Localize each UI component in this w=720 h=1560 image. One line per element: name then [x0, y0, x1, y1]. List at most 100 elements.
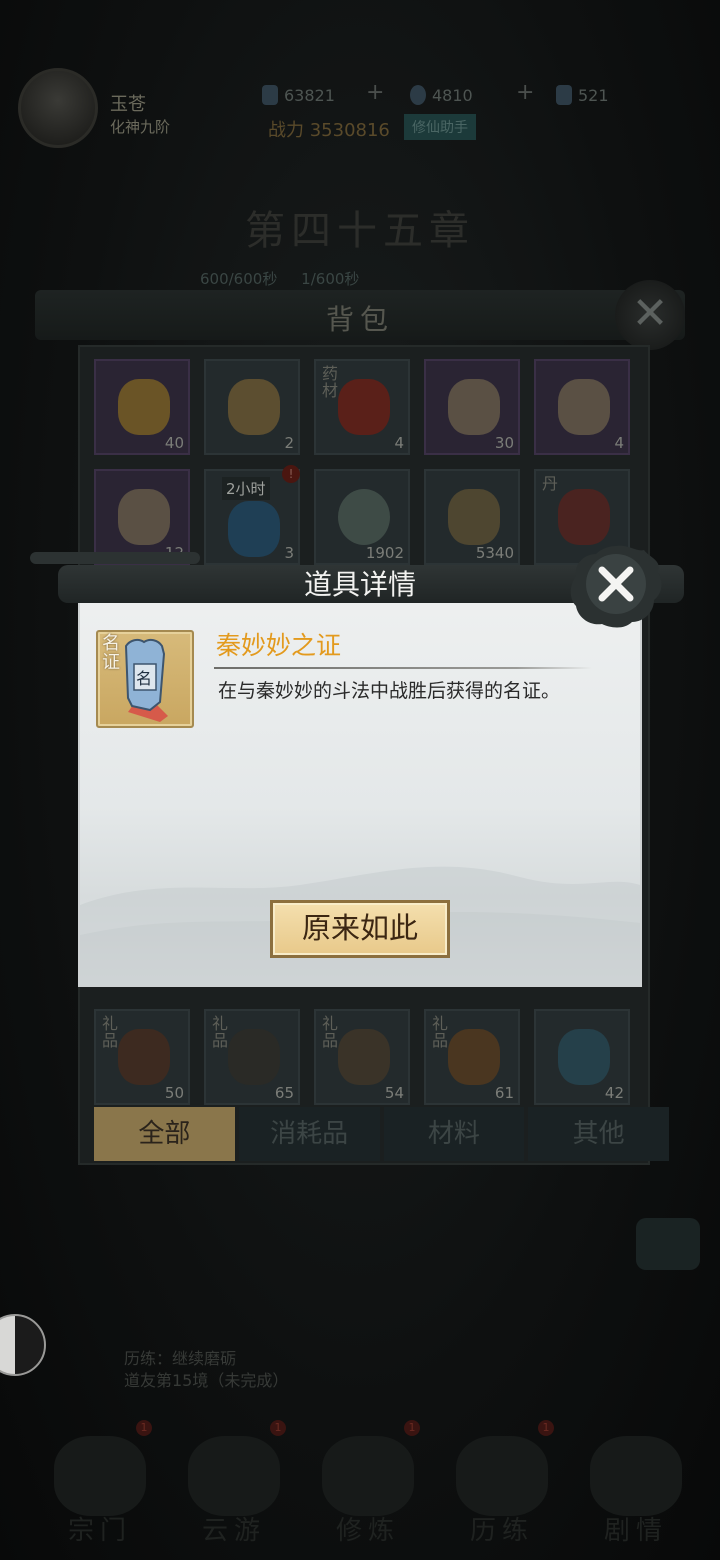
tab-materials[interactable]: 材料 [383, 1107, 525, 1161]
item-count: 4 [394, 434, 404, 452]
item-name: 秦妙妙之证 [216, 631, 342, 660]
nav-badge: 1 [538, 1420, 554, 1436]
braid-icon [118, 1029, 170, 1085]
brush-icon [228, 1029, 280, 1085]
item-slot[interactable]: 42 [534, 1009, 630, 1105]
confirm-button[interactable]: 原来如此 [270, 900, 450, 958]
flame-icon [338, 379, 390, 435]
item-description: 在与秦妙妙的斗法中战胜后获得的名证。 [218, 680, 561, 702]
water-orb-icon [228, 501, 280, 557]
chapter-timers: 600/600秒 1/600秒 [200, 268, 359, 289]
timer-2: 1/600秒 [301, 270, 360, 288]
chapter-title: 第四十五章 [245, 208, 475, 254]
nav-travel[interactable]: 1 云游 [174, 1420, 294, 1550]
item-slot[interactable]: 40 [94, 359, 190, 455]
taiji-icon[interactable] [0, 1314, 46, 1376]
item-count: 54 [384, 1084, 404, 1102]
item-count: 2 [284, 434, 294, 452]
player-name: 玉苍 [110, 94, 146, 115]
puzzle-fragment-icon [558, 379, 610, 435]
tab-all[interactable]: 全部 [94, 1107, 235, 1161]
orb-icon [338, 489, 390, 545]
task-line-1: 历练：继续磨砺 [124, 1349, 237, 1368]
item-count: 42 [604, 1084, 624, 1102]
add-spirit-stone-button[interactable]: + [366, 80, 384, 105]
puzzle-fragment-icon [448, 379, 500, 435]
nav-label: 宗门 [67, 1516, 132, 1546]
task-line-2: 道友第15境（未完成） [124, 1371, 289, 1390]
nav-story[interactable]: 剧情 [576, 1420, 696, 1550]
gourd-icon [118, 379, 170, 435]
item-icon: 名证 名 [96, 630, 194, 728]
sect-icon [54, 1436, 146, 1516]
bag-title: 背包 [325, 303, 394, 336]
item-slot[interactable]: 礼品 61 [424, 1009, 520, 1105]
item-tag: 礼品 [432, 1014, 449, 1050]
item-slot[interactable]: 30 [424, 359, 520, 455]
resource-value: 4810 [432, 85, 473, 105]
item-count: 61 [494, 1084, 514, 1102]
vase-icon [228, 379, 280, 435]
item-tag: 礼品 [212, 1014, 229, 1050]
item-count: 3 [284, 544, 294, 562]
alert-badge: ! [282, 465, 300, 483]
item-slot[interactable]: 2小时 ! 3 [204, 465, 300, 565]
item-slot[interactable]: 2 [204, 359, 300, 455]
puzzle-fragment-icon [118, 489, 170, 545]
gem-icon [448, 1029, 500, 1085]
scroll-icon [556, 85, 572, 105]
item-slot[interactable]: 12 [94, 469, 190, 565]
item-count: 30 [494, 434, 514, 452]
item-tag: 礼品 [322, 1014, 339, 1050]
item-tag: 药材 [322, 364, 339, 400]
add-coin-button[interactable]: + [516, 80, 534, 105]
nav-cultivate[interactable]: 1 修炼 [308, 1420, 428, 1550]
travel-icon [188, 1436, 280, 1516]
chat-icon[interactable] [636, 1218, 700, 1270]
resource-value: 521 [578, 85, 609, 105]
assistant-badge[interactable]: 修仙助手 [404, 114, 476, 140]
resource-spirit-stone: 63821 [262, 82, 335, 108]
item-slot[interactable]: 礼品 50 [94, 1009, 190, 1105]
nav-sect[interactable]: 1 宗门 [40, 1420, 160, 1550]
spirit-flame-icon [558, 1029, 610, 1085]
item-tag: 礼品 [102, 1014, 119, 1050]
titlebar-brush-stroke [30, 552, 200, 564]
svg-text:名: 名 [136, 669, 152, 688]
combat-power: 战力 3530816 [268, 120, 390, 141]
player-avatar[interactable] [18, 68, 98, 148]
nav-label: 剧情 [603, 1516, 668, 1546]
nav-badge: 1 [136, 1420, 152, 1436]
item-slot[interactable]: 4 [534, 359, 630, 455]
item-count: 5340 [475, 544, 514, 562]
coin-icon [410, 85, 426, 105]
item-count: 65 [274, 1084, 294, 1102]
modal-close-button[interactable] [566, 538, 666, 634]
trial-icon [456, 1436, 548, 1516]
task-tracker[interactable]: 历练：继续磨砺 道友第15境（未完成） [124, 1348, 288, 1392]
item-slot[interactable]: 药材 4 [314, 359, 410, 455]
scroll-icon [448, 489, 500, 545]
nav-label: 修炼 [335, 1516, 400, 1546]
resource-coin: 4810 [410, 82, 473, 108]
item-count: 1902 [365, 544, 404, 562]
name-token-icon: 名 [124, 638, 168, 722]
item-slot[interactable]: 5340 [424, 469, 520, 565]
cultivate-icon [322, 1436, 414, 1516]
item-slot[interactable]: 礼品 54 [314, 1009, 410, 1105]
tab-consumables[interactable]: 消耗品 [238, 1107, 380, 1161]
tab-other[interactable]: 其他 [528, 1107, 669, 1161]
player-rank: 化神九阶 [110, 118, 171, 136]
nav-trial[interactable]: 1 历练 [442, 1420, 562, 1550]
item-count: 40 [164, 434, 184, 452]
bottom-nav: 1 宗门 1 云游 1 修炼 1 历练 剧情 [0, 1420, 720, 1560]
item-slot[interactable]: 礼品 65 [204, 1009, 300, 1105]
close-icon: ✕ [631, 288, 669, 339]
bird-icon [338, 1029, 390, 1085]
resource-value: 63821 [284, 85, 335, 105]
item-timer: 2小时 [222, 477, 270, 500]
pill-icon [558, 489, 610, 545]
bag-close-button[interactable]: ✕ [615, 280, 685, 350]
item-slot[interactable]: 1902 [314, 469, 410, 565]
divider [214, 667, 592, 669]
